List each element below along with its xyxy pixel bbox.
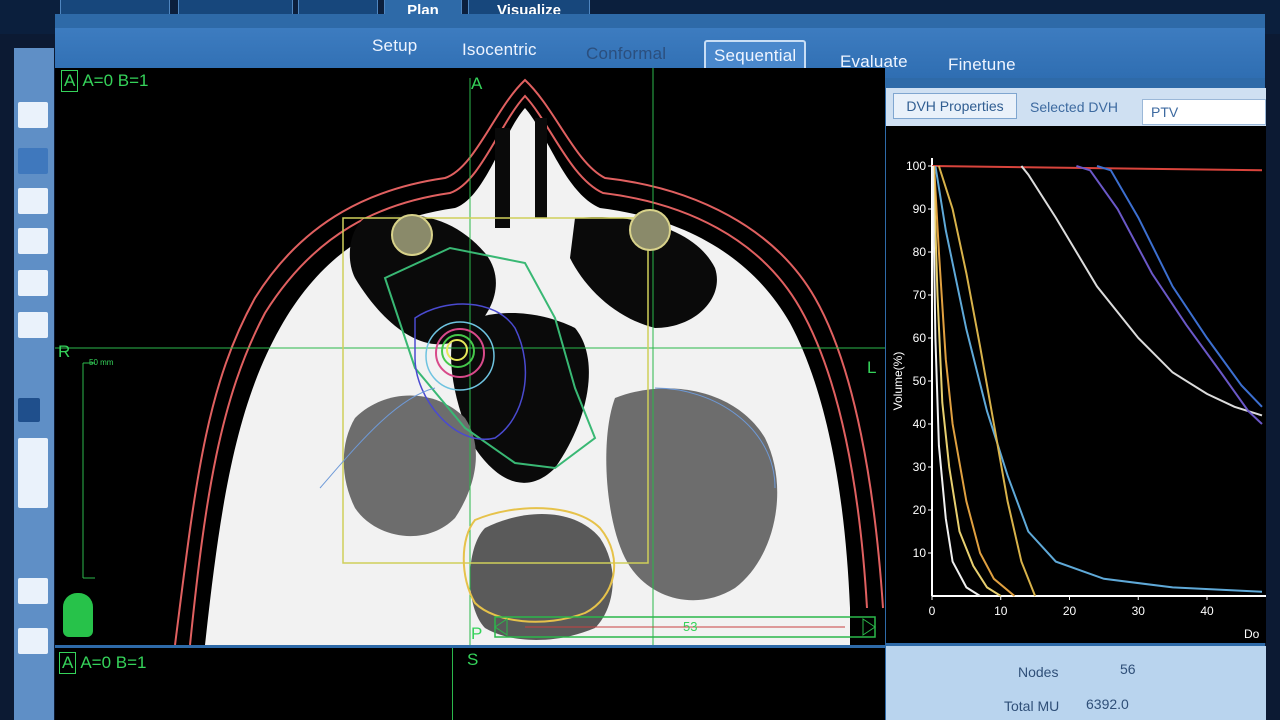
x-tick-label: 0 [929,604,936,618]
x-tick-label: 20 [1063,604,1077,618]
viewport-tag: A [61,70,79,92]
y-tick-label: 50 [913,374,927,388]
x-tick-label: 30 [1132,604,1146,618]
axial-ct-view[interactable]: A A=0 B=1 A R L P 50 mm 53 [55,68,885,645]
ruler-label: 50 mm [89,358,114,367]
y-tick-label: 90 [913,202,927,216]
viewport-label: A A=0 B=1 [59,652,147,674]
y-tick-label: 80 [913,245,927,259]
crosshair-line [452,648,453,720]
viewport-beam-label: A=0 B=1 [80,653,147,672]
tool-button[interactable] [18,628,48,654]
subtab-conformal[interactable]: Conformal [586,44,666,64]
pause-icon[interactable] [18,398,40,422]
viewport-label: A A=0 B=1 [61,70,149,92]
tool-button[interactable] [18,312,48,338]
dvh-curve [1096,165,1263,408]
dvh-curve [937,165,1037,597]
y-tick-label: 100 [906,159,926,173]
viewport-beam-label: A=0 B=1 [82,71,149,90]
x-tick-label: 40 [1200,604,1214,618]
total-mu-label: Total MU [1004,698,1060,714]
nodes-value: 56 [1120,661,1136,677]
y-tick-label: 10 [913,546,927,560]
orient-top-label: S [467,650,479,669]
viewport-tag: A [59,652,77,674]
slice-slider-value[interactable]: 53 [683,619,697,634]
y-axis-title: Volume(%) [891,352,905,411]
orient-top-label: A [471,74,483,93]
sagittal-view[interactable]: A A=0 B=1 S [55,648,885,720]
orient-bottom-label: P [471,624,483,643]
tool-panel[interactable] [18,438,48,508]
total-mu-value: 6392.0 [1086,696,1129,712]
subtab-finetune[interactable]: Finetune [948,55,1016,75]
tool-button[interactable] [18,148,48,174]
selected-dvh-select[interactable]: PTV [1142,99,1266,125]
plan-stats: Nodes 56 Total MU 6392.0 [886,646,1266,720]
dvh-curve [932,165,1002,597]
y-tick-label: 40 [913,417,927,431]
subtab-setup[interactable]: Setup [372,36,417,56]
tool-sidebar [14,48,54,720]
subtab-isocentric[interactable]: Isocentric [462,40,537,60]
tool-button[interactable] [18,102,48,128]
y-tick-label: 70 [913,288,927,302]
selected-dvh-label: Selected DVH [1030,99,1118,115]
tool-button[interactable] [18,188,48,214]
tool-button[interactable] [18,270,48,296]
head-orientation-icon[interactable] [63,593,93,637]
dvh-chart: 10 20 30 40 50 60 70 80 90 100 0 10 20 30 40 Volume(%) D… [891,158,1266,641]
dvh-curve [934,165,1263,593]
x-axis-title: Do [1244,627,1260,641]
y-tick-label: 30 [913,460,927,474]
orient-right-label: L [867,358,877,377]
tool-button[interactable] [18,228,48,254]
tool-button[interactable] [18,578,48,604]
ct-image [55,68,885,645]
x-tick-label: 10 [994,604,1008,618]
orient-left-label: R [58,342,71,361]
y-tick-label: 60 [913,331,927,345]
dvh-panel: 10 20 30 40 50 60 70 80 90 100 0 10 20 30 40 Volume(%) D… [886,88,1266,643]
y-tick-label: 20 [913,503,927,517]
nodes-label: Nodes [1018,664,1059,680]
dvh-properties-button[interactable]: DVH Properties [893,93,1017,119]
